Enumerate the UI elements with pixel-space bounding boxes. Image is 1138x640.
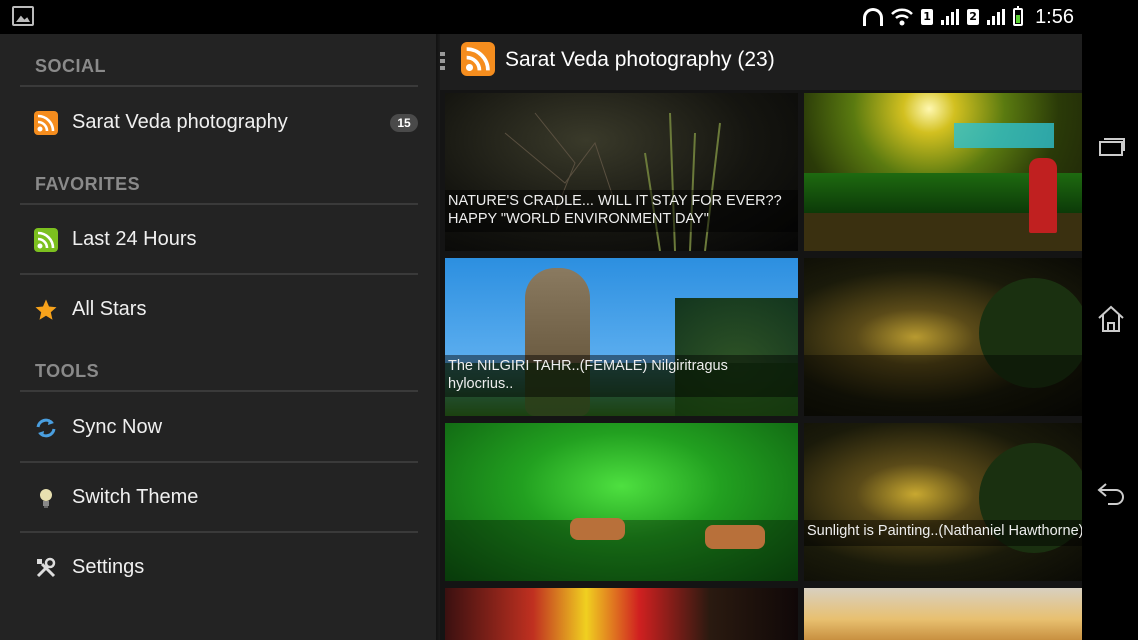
- drawer-item-label: Sync Now: [72, 416, 163, 438]
- drawer-item-settings[interactable]: Settings: [20, 538, 418, 598]
- sync-icon: [34, 416, 58, 440]
- home-icon[interactable]: [1096, 305, 1126, 335]
- drawer-item-label: Sarat Veda photography: [72, 111, 288, 133]
- section-social: SOCIAL: [35, 56, 107, 76]
- star-icon: [34, 298, 58, 322]
- section-tools: TOOLS: [35, 361, 100, 381]
- headset-icon: [863, 8, 884, 26]
- feed-rss-icon: [461, 42, 495, 76]
- back-icon[interactable]: [1096, 480, 1126, 510]
- sim2-indicator: 2: [967, 9, 980, 25]
- recent-apps-icon[interactable]: [1096, 135, 1126, 165]
- lightbulb-icon: [34, 486, 58, 510]
- signal-bars-icon: [987, 9, 1006, 25]
- feed-title: Sarat Veda photography (23): [505, 48, 775, 71]
- section-favorites: FAVORITES: [35, 174, 141, 194]
- wifi-icon: [891, 8, 913, 26]
- drawer-item-last-24-hours[interactable]: Last 24 Hours: [20, 210, 418, 270]
- photo-tile[interactable]: The NILGIRI TAHR..(FEMALE) Nilgiritragus…: [445, 258, 798, 416]
- photo-tile[interactable]: Sunlight is Painting..(Nathaniel Hawthor…: [804, 423, 1082, 581]
- battery-icon: [1013, 6, 1024, 26]
- rss-icon: [34, 111, 58, 135]
- status-bar: 1 2 1:56: [0, 0, 1082, 34]
- unread-count-badge: 15: [390, 114, 418, 132]
- system-nav-bar: [1082, 0, 1138, 640]
- rss-green-icon: [34, 228, 58, 252]
- navigation-drawer: SOCIAL Sarat Veda photography 15 FAVORIT…: [0, 34, 440, 640]
- drawer-item-sync-now[interactable]: Sync Now: [20, 398, 418, 458]
- drawer-item-label: Last 24 Hours: [72, 228, 197, 250]
- action-bar: Sarat Veda photography (23): [440, 34, 1082, 90]
- feed-content: Sarat Veda photography (23) NATURE'S CRA…: [440, 34, 1082, 640]
- drawer-item-all-stars[interactable]: All Stars: [20, 280, 418, 340]
- photo-tile[interactable]: [804, 588, 1082, 640]
- drawer-item-switch-theme[interactable]: Switch Theme: [20, 468, 418, 528]
- sim1-indicator: 1: [921, 9, 934, 25]
- tile-caption: NATURE'S CRADLE... WILL IT STAY FOR EVER…: [445, 190, 798, 232]
- photo-tile[interactable]: [445, 423, 798, 581]
- signal-bars-icon: [941, 9, 960, 25]
- photo-tile[interactable]: [445, 588, 798, 640]
- status-clock: 1:56: [1035, 5, 1074, 28]
- drawer-handle-icon[interactable]: [440, 52, 446, 72]
- gallery-notification-icon: [12, 6, 34, 26]
- tile-caption: The NILGIRI TAHR..(FEMALE) Nilgiritragus…: [445, 355, 798, 397]
- tile-caption: Sunlight is Painting..(Nathaniel Hawthor…: [804, 520, 1082, 546]
- photo-tile[interactable]: [804, 93, 1082, 251]
- drawer-item-label: Settings: [72, 556, 145, 578]
- drawer-item-sarat-veda[interactable]: Sarat Veda photography 15: [20, 93, 418, 153]
- photo-tile[interactable]: NATURE'S CRADLE... WILL IT STAY FOR EVER…: [445, 93, 798, 251]
- photo-tile[interactable]: [804, 258, 1082, 416]
- drawer-item-label: All Stars: [72, 298, 147, 320]
- wrench-icon: [34, 556, 58, 580]
- drawer-item-label: Switch Theme: [72, 486, 199, 508]
